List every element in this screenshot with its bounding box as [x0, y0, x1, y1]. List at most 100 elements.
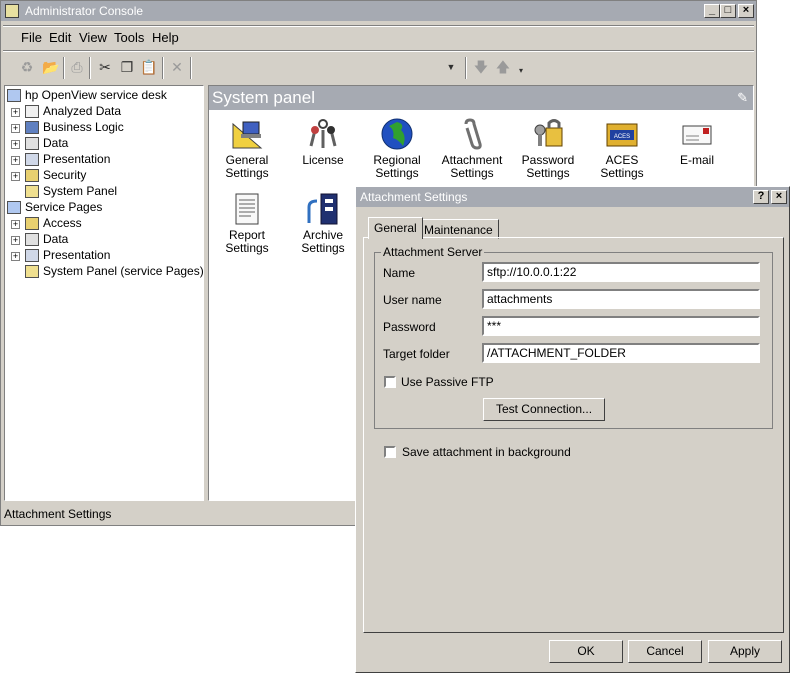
toolbar-more-icon[interactable]: ▾ — [511, 61, 531, 81]
expand-icon[interactable]: + — [11, 124, 20, 133]
target-folder-input[interactable] — [482, 343, 760, 363]
open-folder-icon[interactable]: 📂 — [41, 57, 61, 77]
navigation-tree: hp OpenView service desk + Analyzed Data… — [4, 85, 204, 501]
expand-icon[interactable]: + — [11, 156, 20, 165]
expand-icon[interactable]: + — [11, 220, 20, 229]
panel-item-label: Settings — [526, 166, 570, 180]
tree-root-service-pages[interactable]: Service Pages — [7, 199, 102, 215]
tab-general[interactable]: General — [368, 217, 423, 239]
toolbar-divider — [190, 57, 192, 79]
tree-item-label: Access — [43, 216, 82, 230]
expand-icon[interactable]: + — [11, 108, 20, 117]
target-folder-label: Target folder — [383, 347, 450, 361]
tree-item-system-panel[interactable]: System Panel — [25, 183, 117, 199]
toolbar-divider — [89, 57, 91, 79]
panel-item-label: ACES Settings — [600, 153, 644, 180]
dialog-title-bar[interactable]: Attachment Settings ? × — [356, 187, 789, 207]
delete-icon[interactable]: ✕ — [167, 57, 187, 77]
panel-item-report-settings[interactable]: Report Settings — [211, 193, 283, 255]
panel-item-attachment-settings[interactable]: Attachment Settings — [436, 118, 508, 180]
name-input[interactable] — [482, 262, 760, 282]
help-button[interactable]: ? — [753, 190, 769, 204]
tree-root-label: Service Pages — [25, 200, 103, 214]
tree-item-data[interactable]: Data — [25, 135, 68, 151]
dialog-close-button[interactable]: × — [771, 190, 787, 204]
panel-item-password-settings[interactable]: Password Settings — [512, 118, 584, 180]
password-input[interactable] — [482, 316, 760, 336]
panel-item-regional-settings[interactable]: Regional Settings — [361, 118, 433, 180]
tree-item-label: System Panel — [43, 184, 118, 198]
aces-icon: ACES — [606, 118, 638, 150]
tab-maintenance[interactable]: Maintenance — [418, 219, 499, 239]
group-title: Attachment Server — [381, 245, 485, 259]
archive-icon — [307, 193, 339, 225]
panel-options-icon[interactable]: ✎ — [737, 86, 748, 110]
menu-edit[interactable]: Edit — [49, 30, 71, 45]
expand-icon[interactable]: + — [11, 172, 20, 181]
tree-item-access[interactable]: Access — [25, 215, 82, 231]
expand-icon[interactable]: + — [11, 236, 20, 245]
menu-file[interactable]: File — [21, 30, 42, 45]
tree-item-label: Presentation — [43, 248, 111, 262]
username-input[interactable] — [482, 289, 760, 309]
panel-item-label: Settings — [375, 166, 419, 180]
panel-item-general-settings[interactable]: General Settings — [211, 118, 283, 180]
move-down-icon[interactable]: 🡇 — [471, 57, 491, 77]
email-icon — [681, 118, 713, 150]
passive-ftp-checkbox[interactable] — [384, 376, 396, 388]
print-icon[interactable]: ⎙ — [67, 57, 87, 77]
copy-icon[interactable]: ❐ — [117, 57, 137, 77]
tree-item-service-presentation[interactable]: Presentation — [25, 247, 110, 263]
svg-text:ACES: ACES — [614, 134, 630, 140]
cut-icon[interactable]: ✂ — [95, 57, 115, 77]
attachment-server-group: Attachment Server Name User name Passwor… — [374, 245, 773, 429]
test-connection-button[interactable]: Test Connection... — [483, 398, 605, 421]
main-title-bar[interactable]: Administrator Console _ □ × — [1, 1, 756, 21]
tree-root-service-desk[interactable]: hp OpenView service desk — [7, 87, 167, 103]
close-button[interactable]: × — [738, 4, 754, 18]
globe-icon — [381, 118, 413, 150]
tree-item-analyzed-data[interactable]: Analyzed Data — [25, 103, 121, 119]
access-icon — [25, 217, 39, 231]
tree-item-label: Security — [43, 168, 87, 182]
expand-icon[interactable]: + — [11, 140, 20, 149]
paste-icon[interactable]: 📋 — [139, 57, 159, 77]
refresh-icon[interactable]: ♻ — [17, 57, 37, 77]
panel-item-aces-settings[interactable]: ACES ACES Settings — [587, 118, 657, 180]
general-tab-panel: Attachment Server Name User name Passwor… — [363, 237, 784, 633]
tree-item-label: System Panel (service Pages) — [43, 264, 204, 278]
panel-item-license[interactable]: License — [287, 118, 359, 167]
main-window-title: Administrator Console — [25, 4, 144, 18]
ok-button[interactable]: OK — [549, 640, 623, 663]
tree-item-label: Data — [43, 232, 69, 246]
dropdown-arrow-icon[interactable]: ▼ — [441, 57, 461, 77]
menu-help[interactable]: Help — [152, 30, 179, 45]
panel-item-label: E-mail — [679, 153, 714, 167]
menu-tools[interactable]: Tools — [114, 30, 144, 45]
system-panel-icon — [25, 185, 39, 199]
move-up-icon[interactable]: 🡅 — [493, 57, 513, 77]
menu-view[interactable]: View — [79, 30, 107, 45]
menubar-separator — [3, 25, 754, 27]
tree-item-security[interactable]: Security — [25, 167, 86, 183]
panel-item-label: Settings — [225, 241, 269, 255]
username-label: User name — [383, 293, 442, 307]
tree-item-service-data[interactable]: Data — [25, 231, 68, 247]
security-icon — [25, 169, 39, 183]
service-pages-icon — [7, 201, 21, 215]
cancel-button[interactable]: Cancel — [628, 640, 702, 663]
panel-item-label: Settings — [301, 241, 345, 255]
passive-ftp-label: Use Passive FTP — [401, 375, 494, 389]
minimize-button[interactable]: _ — [704, 4, 720, 18]
panel-item-archive-settings[interactable]: Archive Settings — [287, 193, 359, 255]
panel-item-email[interactable]: E-mail — [661, 118, 733, 167]
save-background-checkbox[interactable] — [384, 446, 396, 458]
tree-root-label: hp OpenView service desk — [25, 88, 167, 102]
maximize-button[interactable]: □ — [720, 4, 736, 18]
apply-button[interactable]: Apply — [708, 640, 782, 663]
tree-item-business-logic[interactable]: Business Logic — [25, 119, 124, 135]
tree-item-service-system-panel[interactable]: System Panel (service Pages) — [25, 263, 204, 279]
toolbar-divider — [63, 57, 65, 79]
expand-icon[interactable]: + — [11, 252, 20, 261]
tree-item-presentation[interactable]: Presentation — [25, 151, 110, 167]
